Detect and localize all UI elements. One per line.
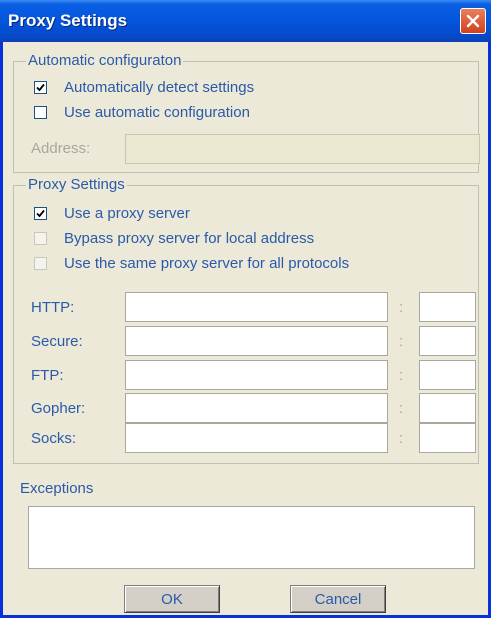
ok-button[interactable]: OK	[124, 585, 220, 613]
http-port-separator: :	[399, 299, 404, 316]
use-proxy-server-row[interactable]: Use a proxy server	[34, 203, 190, 223]
address-input[interactable]	[125, 134, 480, 164]
http-port-input[interactable]	[419, 292, 476, 322]
bypass-local-checkbox[interactable]	[34, 231, 47, 245]
gopher-label: Gopher:	[31, 400, 86, 417]
close-icon	[466, 14, 480, 28]
secure-host-input[interactable]	[125, 326, 388, 356]
proxy-settings-legend: Proxy Settings	[26, 176, 127, 194]
ftp-port-separator: :	[399, 367, 404, 384]
use-proxy-server-checkbox[interactable]	[34, 206, 47, 220]
use-auto-config-row[interactable]: Use automatic configuration	[34, 102, 250, 122]
ftp-host-input[interactable]	[125, 360, 388, 390]
auto-detect-settings-label: Automatically detect settings	[64, 78, 255, 96]
gopher-host-input[interactable]	[125, 393, 388, 423]
proxy-settings-group: Proxy Settings Use a proxy server Bypass…	[13, 176, 479, 464]
gopher-port-input[interactable]	[419, 393, 476, 423]
ftp-port-input[interactable]	[419, 360, 476, 390]
socks-label: Socks:	[31, 430, 77, 447]
window-title: Proxy Settings	[8, 11, 128, 30]
same-proxy-all-protocols-checkbox[interactable]	[34, 256, 47, 270]
auto-detect-settings-row[interactable]: Automatically detect settings	[34, 77, 254, 97]
same-proxy-all-protocols-row[interactable]: Use the same proxy server for all protoc…	[34, 253, 349, 273]
http-label: HTTP:	[31, 299, 75, 316]
exceptions-textarea[interactable]	[28, 506, 475, 569]
cancel-button[interactable]: Cancel	[290, 585, 386, 613]
socks-host-input[interactable]	[125, 423, 388, 453]
use-proxy-server-label: Use a proxy server	[64, 204, 190, 222]
automatic-configuration-legend: Automatic configuraton	[26, 52, 184, 70]
socks-port-separator: :	[399, 430, 404, 447]
title-bar[interactable]: Proxy Settings	[0, 0, 491, 42]
use-auto-config-checkbox[interactable]	[34, 105, 47, 119]
same-proxy-all-protocols-label: Use the same proxy server for all protoc…	[64, 254, 350, 272]
gopher-port-separator: :	[399, 400, 404, 417]
bypass-local-row[interactable]: Bypass proxy server for local address	[34, 228, 314, 248]
checkmark-icon	[36, 209, 45, 217]
ftp-label: FTP:	[31, 367, 64, 384]
secure-port-separator: :	[399, 333, 404, 350]
checkmark-icon	[36, 83, 45, 91]
proxy-settings-dialog: Proxy Settings Automatic configuraton Au…	[0, 0, 491, 618]
secure-port-input[interactable]	[419, 326, 476, 356]
http-host-input[interactable]	[125, 292, 388, 322]
bypass-local-label: Bypass proxy server for local address	[64, 229, 315, 247]
auto-detect-settings-checkbox[interactable]	[34, 80, 47, 94]
close-button[interactable]	[460, 8, 486, 34]
address-label: Address:	[31, 140, 91, 157]
automatic-configuration-group: Automatic configuraton Automatically det…	[13, 52, 480, 173]
socks-port-input[interactable]	[419, 423, 476, 453]
secure-label: Secure:	[31, 333, 83, 350]
use-auto-config-label: Use automatic configuration	[64, 103, 250, 121]
exceptions-label: Exceptions	[20, 480, 94, 497]
